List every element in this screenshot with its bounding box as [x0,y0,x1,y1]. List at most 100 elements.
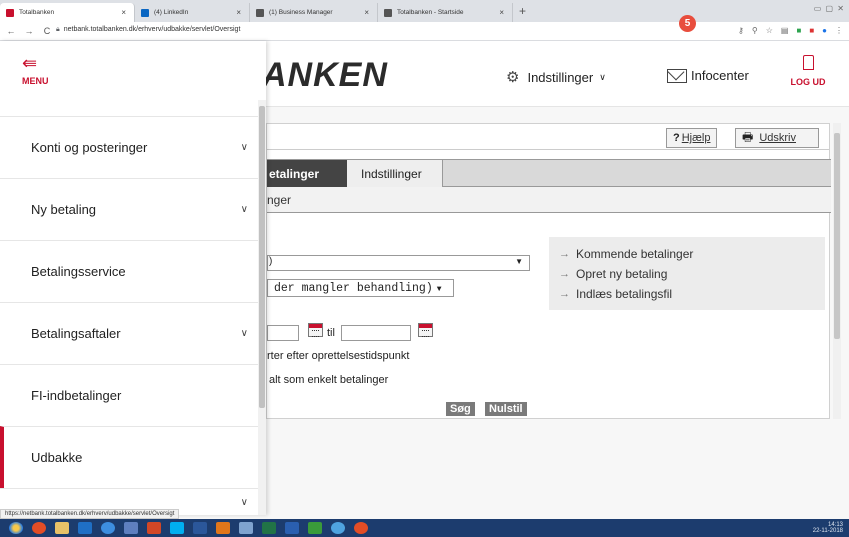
menu-dots-icon[interactable]: ⋮ [835,26,843,35]
photos-icon[interactable] [308,522,322,534]
quick-links-box: → Kommende betalinger → Opret ny betalin… [549,237,825,310]
forward-icon[interactable]: → [22,26,36,36]
link-label: Indlæs betalingsfil [576,287,673,301]
tab-betalinger[interactable]: etalinger [267,160,347,187]
bank-logo[interactable]: ANKEN [262,56,388,95]
chrome-active-icon[interactable] [354,522,368,534]
status-select-value: der mangler behandling) [274,282,433,295]
single-payments-option-text: alt som enkelt betalinger [269,374,389,386]
panel-tabs: etalinger Indstillinger [267,159,831,187]
account-select-value: ) [269,256,273,267]
lock-icon: 🔒︎ [56,26,60,33]
close-tab-icon[interactable]: × [499,8,504,17]
browser-tab-label: (1) Business Manager [269,9,333,16]
clock-date: 22-11-2018 [812,528,843,534]
sidebar-item-udbakke[interactable]: Udbakke [0,426,258,488]
star-icon[interactable]: ☆ [766,26,773,35]
settings-dropdown[interactable]: ⚙ Indstillinger ∨ [506,68,606,86]
date-to-input[interactable] [341,325,411,341]
browser-tab-totalbanken[interactable]: Totalbanken × [0,3,135,22]
chevron-down-icon: ∨ [240,142,248,153]
sidebar-item-label: Konti og posteringer [31,140,148,155]
content-scrollbar[interactable] [833,123,841,419]
date-from-input[interactable] [267,325,299,341]
arrow-right-icon: → [559,288,570,300]
excel-icon[interactable] [262,522,276,534]
network-icon[interactable] [124,522,138,534]
account-select[interactable]: ) ▼ [267,255,530,271]
extension-red-icon[interactable]: ■ [809,26,814,35]
print-button[interactable]: 🖶 Udskriv [735,128,819,148]
chrome-icon[interactable] [32,522,46,534]
search-button[interactable]: Søg [446,402,475,416]
browser-toolbar: ← → C 🔒︎ netbank.totalbanken.dk/erhverv/u… [0,22,849,41]
internet-explorer-icon[interactable] [101,522,115,534]
browser-tab-startside[interactable]: Totalbanken - Startside × [378,3,513,22]
back-icon[interactable]: ← [4,26,18,36]
folder-icon[interactable] [55,522,69,534]
tab-indstillinger[interactable]: Indstillinger [347,160,443,187]
sidebar-item-betalingsaftaler[interactable]: Betalingsaftaler ∨ [0,302,258,364]
close-tab-icon[interactable]: × [121,8,126,17]
extension-blue-icon[interactable]: ● [822,26,827,35]
outlook-icon[interactable] [78,522,92,534]
window-controls[interactable]: ▭ ▢ ✕ [814,4,845,13]
chevron-down-icon: ∨ [240,496,248,508]
link-indlaes-betalingsfil[interactable]: → Indlæs betalingsfil [559,287,672,301]
menu-button[interactable]: ⇚ MENU [22,53,49,86]
extension-green-icon[interactable]: ■ [796,26,801,35]
sidebar-item-ny-betaling[interactable]: Ny betaling ∨ [0,178,258,240]
address-bar[interactable]: 🔒︎ netbank.totalbanken.dk/erhverv/udbakke… [56,26,240,34]
arrow-right-icon: → [559,248,570,260]
print-link[interactable]: Udskriv [759,132,796,144]
system-clock[interactable]: 14:13 22-11-2018 [813,522,843,534]
browser-tab-business-manager[interactable]: (1) Business Manager × [250,3,378,22]
teams-icon[interactable] [239,522,253,534]
sidebar-item-betalingsservice[interactable]: Betalingsservice [0,240,258,302]
browser-icon[interactable] [331,522,345,534]
calendar-to-icon[interactable] [418,323,433,337]
status-select[interactable]: der mangler behandling) ▼ [267,279,454,297]
extension-icon[interactable]: ▤ [781,26,789,35]
help-link[interactable]: Hjælp [682,132,711,144]
word-icon[interactable] [193,522,207,534]
content-scrollbar-thumb[interactable] [834,133,840,339]
sidebar-item-fi-indbetalinger[interactable]: FI-indbetalinger [0,364,258,426]
printer-icon: 🖶 [742,129,754,144]
sort-option-text: rter efter oprettelsestidspunkt [267,350,410,362]
new-tab-button[interactable]: + [519,4,526,18]
help-icon: ? [673,132,680,144]
sidebar-scrollbar-thumb[interactable] [259,106,265,408]
reload-icon[interactable]: C [40,26,54,36]
sidebar-scrollbar[interactable] [258,100,266,515]
link-kommende-betalinger[interactable]: → Kommende betalinger [559,247,693,261]
skype-icon[interactable] [170,522,184,534]
help-button[interactable]: ? Hjælp [666,128,718,148]
sidebar-item-label: Udbakke [31,450,83,465]
window-icon[interactable] [285,522,299,534]
subnav-row: nger [267,187,831,213]
infocenter-button[interactable]: Infocenter [667,68,749,83]
app-icon[interactable] [216,522,230,534]
page-favicon-icon [256,8,264,17]
close-tab-icon[interactable]: × [236,8,241,17]
zoom-icon[interactable]: ⚲ [752,26,758,35]
link-label: Kommende betalinger [576,247,694,261]
close-tab-icon[interactable]: × [364,8,369,17]
reset-button[interactable]: Nulstil [485,402,527,416]
sidebar-item-label: FI-indbetalinger [31,388,122,403]
menu-label: MENU [22,76,49,86]
calendar-from-icon[interactable] [308,323,323,337]
key-icon[interactable]: ⚷ [738,26,744,35]
powerpoint-icon[interactable] [147,522,161,534]
browser-tab-label: Totalbanken [19,9,55,16]
link-label: Opret ny betaling [576,267,668,281]
status-url: https://netbank.totalbanken.dk/erhverv/u… [0,509,180,519]
sidebar-item-konti[interactable]: Konti og posteringer ∨ [0,116,258,178]
browser-tab-linkedin[interactable]: (4) LinkedIn × [135,3,250,22]
link-opret-ny-betaling[interactable]: → Opret ny betaling [559,267,667,281]
logout-button[interactable]: LOG UD [784,55,832,87]
subnav-item[interactable]: nger [267,193,291,207]
start-button-icon[interactable] [9,522,23,534]
linkedin-favicon-icon [141,8,149,17]
